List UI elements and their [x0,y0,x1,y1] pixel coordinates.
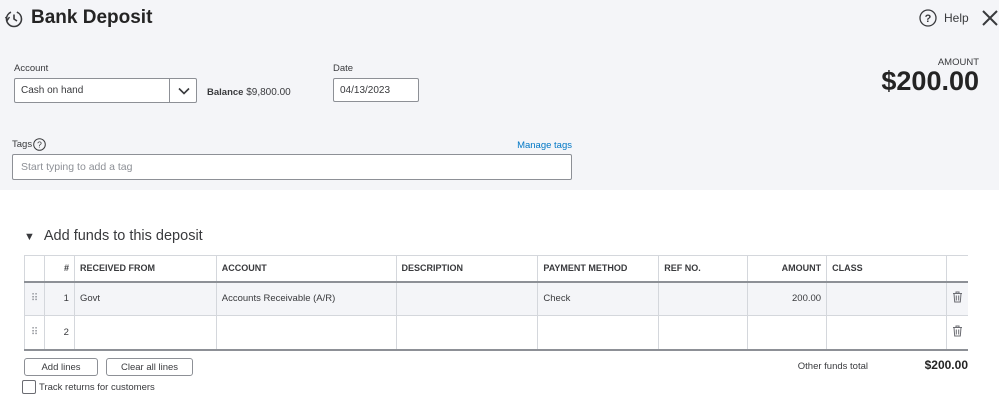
help-link[interactable]: Help [944,11,969,25]
section-title: Add funds to this deposit [43,228,203,244]
table-row[interactable]: ⠿ 2 [24,315,968,351]
tags-label: Tags [12,139,33,150]
column-header-ref-no: REF NO. [658,255,749,283]
class-cell[interactable] [826,315,947,351]
account-balance: Balance $9,800.00 [207,87,291,98]
other-funds-total: $200.00 [924,358,968,372]
received-from-cell[interactable]: Govt [74,281,217,316]
column-header-class: CLASS [826,255,947,283]
clear-all-lines-button[interactable]: Clear all lines [106,358,193,376]
amount-cell[interactable]: 200.00 [747,281,828,316]
account-select[interactable]: Cash on hand [14,78,197,103]
column-header-received-from: RECEIVED FROM [74,255,217,283]
svg-text:?: ? [925,13,932,25]
amount-cell[interactable] [747,315,828,351]
account-select-value: Cash on hand [21,85,84,96]
select-divider [169,79,170,102]
account-label: Account [14,63,49,74]
track-returns-label: Track returns for customers [39,382,155,393]
ref-no-cell[interactable] [658,315,749,351]
column-header-amount: AMOUNT [747,255,828,283]
received-from-cell[interactable] [74,315,217,351]
drag-handle-icon[interactable]: ⠿ [24,315,45,351]
date-label: Date [333,63,354,74]
drag-column-header [24,255,45,283]
row-number: 1 [44,281,75,316]
help-circle-icon[interactable]: ? [33,138,46,151]
other-funds-label: Other funds total [797,361,868,372]
section-heading[interactable]: ▼ Add funds to this deposit [24,228,203,244]
account-cell[interactable] [216,315,397,351]
tags-input[interactable]: Start typing to add a tag [12,154,572,180]
amount-total: $200.00 [881,66,979,96]
help-circle-icon[interactable]: ? [919,9,937,27]
page-title: Bank Deposit [31,7,153,28]
ref-no-cell[interactable] [658,281,749,316]
date-input[interactable]: 04/13/2023 [333,78,419,102]
manage-tags-link[interactable]: Manage tags [490,140,572,151]
history-icon[interactable] [4,9,24,29]
deposit-table: # RECEIVED FROM ACCOUNT DESCRIPTION PAYM… [24,255,968,351]
table-row[interactable]: ⠿ 1 Govt Accounts Receivable (A/R) Check… [24,281,968,316]
column-header-account: ACCOUNT [216,255,397,283]
description-cell[interactable] [396,315,539,351]
trash-column-header [946,255,968,283]
account-cell[interactable]: Accounts Receivable (A/R) [216,281,397,316]
add-lines-button[interactable]: Add lines [24,358,98,376]
payment-method-cell[interactable] [537,315,660,351]
balance-label: Balance [207,87,244,98]
chevron-down-icon[interactable] [178,86,190,96]
track-returns-checkbox[interactable] [22,380,36,394]
column-header-number: # [44,255,75,283]
table-header-row: # RECEIVED FROM ACCOUNT DESCRIPTION PAYM… [24,255,968,283]
payment-method-cell[interactable]: Check [537,281,660,316]
svg-text:?: ? [37,140,42,150]
balance-value: $9,800.00 [246,87,291,98]
trash-icon[interactable] [946,315,968,351]
class-cell[interactable] [826,281,947,316]
trash-icon[interactable] [946,281,968,316]
row-number: 2 [44,315,75,351]
drag-handle-icon[interactable]: ⠿ [24,281,45,316]
column-header-payment-method: PAYMENT METHOD [537,255,660,283]
collapse-triangle-icon[interactable]: ▼ [24,231,35,243]
column-header-description: DESCRIPTION [396,255,539,283]
close-icon[interactable] [981,9,999,27]
description-cell[interactable] [396,281,539,316]
